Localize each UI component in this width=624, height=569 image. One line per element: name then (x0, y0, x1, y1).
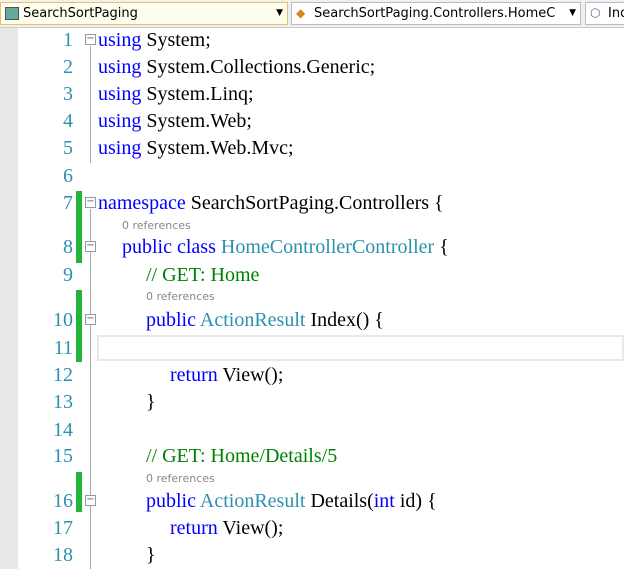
code-line: using System; (98, 27, 211, 53)
code-text: System.Linq; (141, 83, 254, 105)
current-line-highlight (97, 335, 624, 361)
outline-line (90, 46, 91, 163)
member-dropdown[interactable]: ⬡ Index (585, 2, 624, 25)
code-text: System.Collections.Generic; (141, 56, 376, 78)
code-text: View(); (217, 517, 284, 539)
method-icon: ⬡ (590, 6, 601, 20)
change-marker (76, 191, 82, 263)
keyword: int (373, 490, 395, 512)
class-dropdown[interactable]: ◆ SearchSortPaging.Controllers.HomeC ▼ (291, 2, 581, 25)
code-line: using System.Web; (98, 108, 252, 134)
project-dropdown-value: SearchSortPaging (23, 6, 138, 21)
code-line: return View(); (170, 362, 283, 388)
line-number: 16 (53, 490, 73, 512)
project-dropdown[interactable]: SearchSortPaging ▼ (0, 2, 288, 25)
codelens-references[interactable]: 0 references (122, 219, 191, 233)
codelens-references[interactable]: 0 references (146, 472, 215, 486)
change-marker (76, 290, 82, 362)
keyword: return (170, 364, 218, 386)
change-marker (76, 472, 82, 512)
keyword: public (146, 490, 200, 512)
code-text: SearchSortPaging.Controllers { (185, 192, 444, 214)
line-number: 9 (63, 264, 73, 286)
code-text: System; (141, 29, 211, 51)
line-number: 13 (53, 391, 73, 413)
member-dropdown-value: Index (608, 6, 624, 21)
type-name: ActionResult (199, 490, 306, 512)
code-line: using System.Web.Mvc; (98, 135, 294, 161)
keyword: using (98, 110, 142, 132)
outline-line (90, 209, 91, 569)
keyword: using (98, 29, 142, 51)
keyword: public (146, 309, 200, 331)
line-number: 11 (53, 337, 73, 359)
code-line: using System.Collections.Generic; (98, 54, 375, 80)
line-number: 18 (53, 544, 73, 566)
chevron-down-icon[interactable]: ▼ (276, 3, 283, 24)
line-number: 14 (53, 419, 73, 441)
line-number: 8 (63, 236, 73, 258)
comment: // GET: Home (146, 264, 260, 286)
comment: // GET: Home/Details/5 (146, 445, 338, 467)
line-number: 7 (63, 192, 73, 214)
class-icon: ◆ (296, 6, 306, 20)
type-name: ActionResult (199, 309, 306, 331)
line-number: 3 (63, 83, 73, 105)
code-text: System.Web.Mvc; (141, 137, 294, 159)
keyword: namespace (98, 192, 186, 214)
navigation-bar: SearchSortPaging ▼ ◆ SearchSortPaging.Cont… (0, 0, 624, 28)
line-number: 12 (53, 364, 73, 386)
collapse-icon[interactable]: − (85, 314, 96, 325)
line-number: 6 (63, 165, 73, 187)
code-text: View(); (217, 364, 284, 386)
code-text: Details( (305, 490, 374, 512)
code-line: } (146, 391, 156, 413)
line-number: 5 (63, 137, 73, 159)
collapse-icon[interactable]: − (85, 197, 96, 208)
editor-margin (0, 28, 18, 569)
keyword: using (98, 83, 142, 105)
code-line: return View(); (170, 515, 283, 541)
type-name: Controller (351, 236, 435, 258)
code-line: } (146, 544, 156, 566)
web-project-icon (5, 7, 19, 20)
code-text: id) { (394, 490, 437, 512)
line-number: 1 (63, 29, 73, 51)
code-text: { (434, 236, 449, 258)
line-number: 10 (53, 309, 73, 331)
keyword: return (170, 517, 218, 539)
code-line: namespace SearchSortPaging.Controllers { (98, 190, 444, 216)
keyword: public class (122, 236, 221, 258)
line-number: 17 (53, 517, 73, 539)
collapse-icon[interactable]: − (85, 34, 96, 45)
chevron-down-icon[interactable]: ▼ (569, 3, 576, 24)
line-number: 15 (53, 445, 73, 467)
keyword: using (98, 137, 142, 159)
codelens-references[interactable]: 0 references (146, 290, 215, 304)
code-text: System.Web; (141, 110, 252, 132)
type-name: HomeController (220, 236, 352, 258)
code-line: public class HomeControllerController { (122, 234, 449, 260)
code-line: public ActionResult Details(int id) { (146, 488, 437, 514)
code-text: Index() { (305, 309, 384, 331)
code-line: using System.Linq; (98, 81, 254, 107)
class-dropdown-value: SearchSortPaging.Controllers.HomeC (314, 6, 556, 21)
code-line: public ActionResult Index() { (146, 307, 384, 333)
keyword: using (98, 56, 142, 78)
collapse-icon[interactable]: − (85, 495, 96, 506)
line-number: 4 (63, 110, 73, 132)
line-number: 2 (63, 56, 73, 78)
collapse-icon[interactable]: − (85, 241, 96, 252)
